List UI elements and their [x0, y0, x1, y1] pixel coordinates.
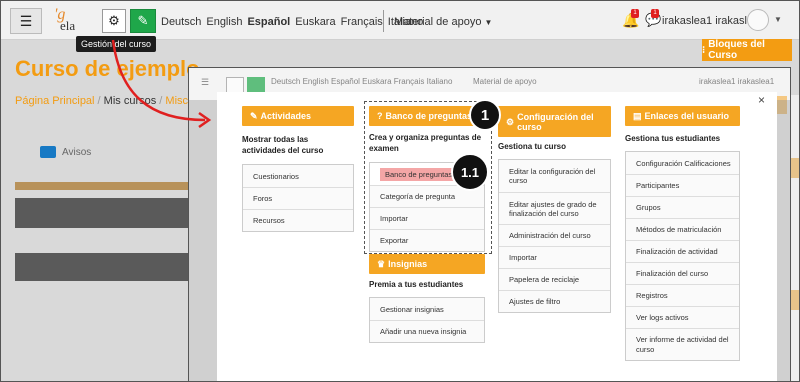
course-settings-subtitle: Gestiona tu curso: [498, 142, 567, 151]
list-item[interactable]: Administración del curso: [499, 224, 610, 246]
list-item[interactable]: Papelera de reciclaje: [499, 268, 610, 290]
list-item[interactable]: Ajustes de filtro: [499, 290, 610, 312]
course-admin-button[interactable]: ⚙: [102, 9, 126, 33]
question-icon: ?: [377, 111, 383, 121]
gears-icon: ⚙: [506, 116, 515, 127]
list-item[interactable]: Ver logs activos: [626, 306, 739, 328]
step-marker-1-1: 1.1: [451, 153, 489, 191]
mini-material: Material de apoyo: [473, 77, 537, 86]
mini-edit-button: [247, 77, 265, 93]
list-item[interactable]: Cuestionarios: [243, 165, 353, 187]
badges-header[interactable]: ♛ Insignias: [369, 254, 485, 274]
highlighted-question-bank: Banco de preguntas: [380, 167, 458, 181]
material-label: Material de apoyo: [394, 16, 482, 28]
list-item[interactable]: Participantes: [626, 174, 739, 196]
section-divider: [15, 182, 215, 190]
question-bank-header[interactable]: ? Banco de preguntas: [369, 106, 485, 126]
lang-espanol[interactable]: Español: [247, 16, 290, 28]
question-bank-subtitle: Crea y organiza preguntas de examen: [369, 133, 482, 153]
mini-gear-button: [226, 77, 244, 93]
user-links-header-label: Enlaces del usuario: [644, 111, 730, 121]
mini-user: irakaslea1 irakaslea1: [699, 77, 775, 86]
close-icon[interactable]: ×: [758, 93, 765, 107]
lang-euskara[interactable]: Euskara: [295, 16, 335, 28]
list-item[interactable]: Registros: [626, 284, 739, 306]
gears-icon: ⚙: [108, 13, 120, 28]
menu-toggle-button[interactable]: ☰: [10, 8, 42, 34]
lang-english[interactable]: English: [206, 16, 242, 28]
list-item[interactable]: Métodos de matriculación: [626, 218, 739, 240]
user-links-panel: ▤ Enlaces del usuario Gestiona tus estudi…: [625, 106, 740, 361]
course-settings-header-label: Configuración del curso: [517, 111, 594, 132]
divider: [383, 10, 384, 32]
section-header: [15, 198, 215, 228]
logo-text: ela: [60, 18, 76, 33]
material-dropdown[interactable]: Material de apoyo ▼: [394, 16, 492, 28]
list-item[interactable]: Recursos: [243, 209, 353, 231]
list-item[interactable]: Ver informe de actividad del curso: [626, 328, 739, 360]
breadcrumb-courses[interactable]: Mis cursos: [104, 95, 157, 107]
announcements-label: Avisos: [62, 146, 92, 158]
lang-francais[interactable]: Français: [341, 16, 383, 28]
announcements-link[interactable]: Avisos: [40, 146, 91, 158]
activities-panel: ✎ Actividades Mostrar todas las actividad…: [242, 106, 354, 232]
hamburger-icon: ☰: [19, 12, 33, 29]
edit-icon: ✎: [137, 13, 149, 28]
edit-mode-button[interactable]: ✎: [130, 9, 156, 33]
user-links-subtitle: Gestiona tus estudiantes: [625, 134, 721, 143]
badges-list: Gestionar insignias Añadir una nueva ins…: [369, 297, 485, 343]
mini-hamburger-icon: ☰: [201, 77, 210, 87]
chevron-down-icon[interactable]: ▼: [774, 15, 782, 24]
list-item[interactable]: Grupos: [626, 196, 739, 218]
list-item[interactable]: Configuración Calificaciones: [626, 152, 739, 174]
caret-down-icon: ▼: [484, 18, 493, 27]
site-logo[interactable]: 'g ela: [54, 6, 92, 36]
tooltip: Gestión del curso: [76, 36, 157, 52]
course-blocks-label: Bloques del Curso: [708, 39, 765, 61]
user-links-header[interactable]: ▤ Enlaces del usuario: [625, 106, 740, 126]
list-item[interactable]: Finalización del curso: [626, 262, 739, 284]
page-title: Curso de ejemplo: [15, 56, 200, 81]
activities-header-label: Actividades: [260, 111, 312, 121]
list-item[interactable]: Finalización de actividad: [626, 240, 739, 262]
blocks-icon: ⁝: [702, 44, 706, 56]
users-icon: ▤: [633, 110, 642, 121]
course-settings-header[interactable]: ⚙ Configuración del curso: [498, 106, 611, 137]
trophy-icon: ♛: [377, 258, 386, 269]
breadcrumb-home[interactable]: Página Principal: [15, 95, 95, 107]
course-settings-list: Editar la configuración del curso Editar…: [498, 159, 611, 313]
course-settings-panel: ⚙ Configuración del curso Gestiona tu cur…: [498, 106, 611, 313]
user-links-list: Configuración Calificaciones Participant…: [625, 151, 740, 361]
badges-panel: ♛ Insignias Premia a tus estudiantes Gest…: [369, 254, 485, 343]
notification-badge: 1: [631, 9, 639, 18]
forum-icon: [40, 146, 56, 158]
list-item[interactable]: Importar: [499, 246, 610, 268]
mini-languages: Deutsch English Español Euskara Français…: [271, 77, 453, 86]
edit-icon: ✎: [250, 110, 258, 121]
message-badge: 1: [651, 9, 659, 18]
activities-subtitle: Mostrar todas las actividades del curso: [242, 135, 324, 155]
activities-header[interactable]: ✎ Actividades: [242, 106, 354, 126]
list-item[interactable]: Gestionar insignias: [370, 298, 484, 320]
badges-subtitle: Premia a tus estudiantes: [369, 280, 464, 289]
list-item[interactable]: Importar: [370, 207, 484, 229]
badges-header-label: Insignias: [388, 259, 428, 269]
lang-deutsch[interactable]: Deutsch: [161, 16, 201, 28]
section-header: [15, 253, 215, 281]
list-item[interactable]: Editar la configuración del curso: [499, 160, 610, 192]
step-marker-1: 1: [469, 99, 501, 131]
avatar[interactable]: [747, 9, 769, 31]
list-item[interactable]: Añadir una nueva insignia: [370, 320, 484, 342]
list-item[interactable]: Exportar: [370, 229, 484, 251]
question-bank-header-label: Banco de preguntas: [385, 111, 473, 121]
list-item[interactable]: Foros: [243, 187, 353, 209]
list-item[interactable]: Editar ajustes de grado de finalización …: [499, 192, 610, 224]
activities-list: Cuestionarios Foros Recursos: [242, 164, 354, 232]
top-navbar: ☰ 'g ela ⚙ ✎ Deutsch English Español Eus…: [0, 0, 800, 40]
course-blocks-button[interactable]: ⁝ Bloques del Curso: [702, 39, 792, 61]
